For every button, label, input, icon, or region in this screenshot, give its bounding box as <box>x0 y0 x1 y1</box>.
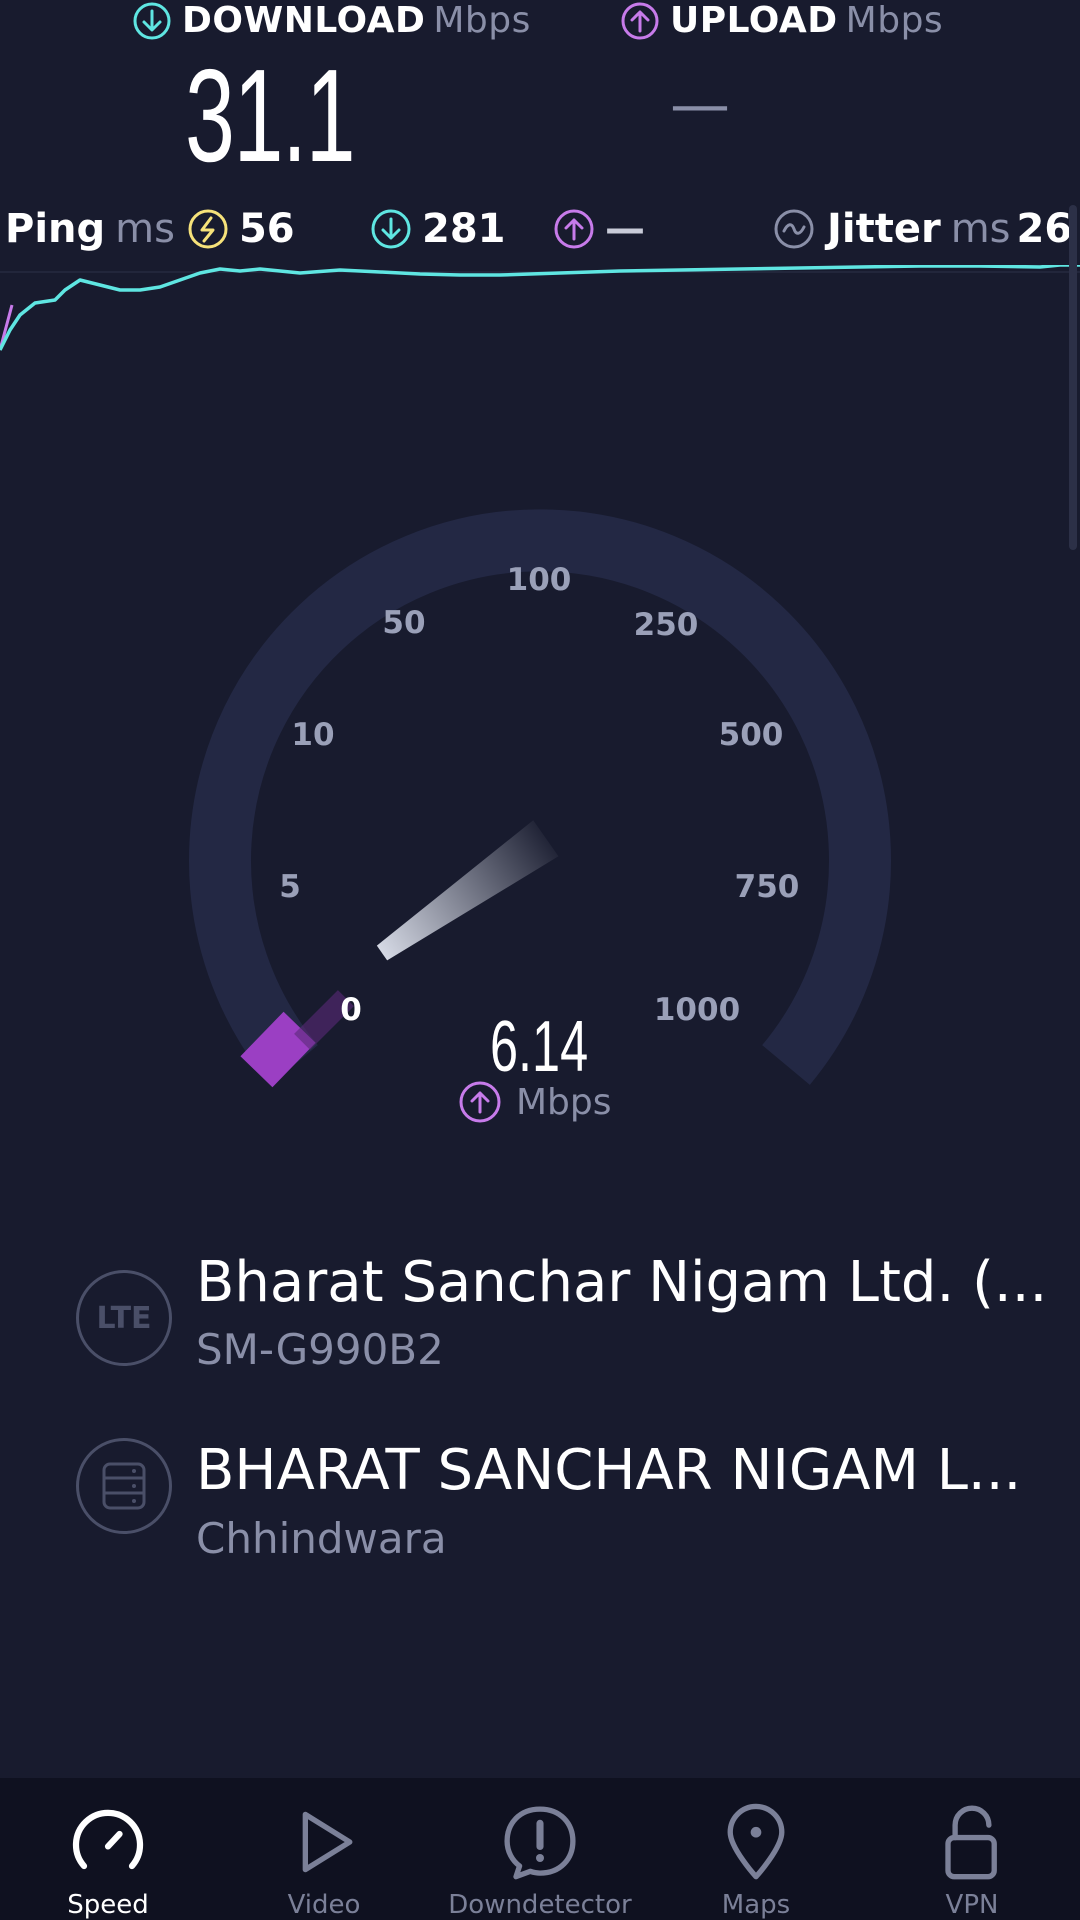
upload-unit: Mbps <box>845 0 944 41</box>
lock-icon <box>945 1805 997 1880</box>
device-model: SM-G990B2 <box>196 1325 444 1374</box>
download-unit: Mbps <box>433 0 531 41</box>
ping-download-value: 281 <box>422 206 506 252</box>
download-header: DOWNLOAD Mbps <box>132 0 531 41</box>
alert-icon <box>504 1806 576 1880</box>
nav-maps-label: Maps <box>721 1890 791 1920</box>
gauge-tick-250: 250 <box>633 607 699 643</box>
ping-idle-value: 56 <box>238 206 295 252</box>
gauge-tick-750: 750 <box>734 869 800 905</box>
nav-maps[interactable]: Maps <box>648 1778 864 1920</box>
server-name[interactable]: BHARAT SANCHAR NIGAM L... <box>196 1438 1021 1503</box>
upload-value: — <box>670 70 730 140</box>
gauge-tick-100: 100 <box>506 562 572 598</box>
nav-downdetector[interactable]: Downdetector <box>432 1778 648 1920</box>
server-icon-badge <box>76 1438 172 1534</box>
server-location: Chhindwara <box>196 1514 447 1563</box>
server-icon <box>102 1462 146 1510</box>
download-value: 31.1 <box>185 42 356 189</box>
nav-speed[interactable]: Speed <box>0 1778 216 1920</box>
speed-graph <box>0 265 1080 351</box>
current-speed-unit: Mbps <box>516 1081 612 1123</box>
play-icon <box>302 1811 353 1873</box>
map-pin-icon <box>727 1803 785 1880</box>
nav-video-label: Video <box>287 1890 361 1920</box>
ping-label: Ping <box>5 206 106 252</box>
upload-arrow-icon <box>621 2 659 39</box>
gauge-tick-0: 0 <box>340 992 362 1028</box>
ping-idle-icon <box>188 209 228 249</box>
gauge-needle <box>376 820 559 961</box>
download-label: DOWNLOAD <box>182 0 426 41</box>
download-arrow-icon <box>133 2 171 39</box>
upload-header: UPLOAD Mbps <box>620 0 943 41</box>
gauge-tick-1000: 1000 <box>653 992 741 1028</box>
speedometer-icon <box>72 1809 144 1870</box>
current-speed-unit-row: Mbps <box>458 1080 612 1124</box>
nav-downdetector-label: Downdetector <box>448 1890 632 1920</box>
jitter-label: Jitter <box>827 206 941 252</box>
bottom-nav: Speed Video Downdetector Maps VPN <box>0 1778 1080 1920</box>
ping-stat: Ping ms 56 <box>5 206 295 252</box>
gauge-tick-500: 500 <box>718 717 784 753</box>
ping-download-stat: 281 <box>370 206 506 252</box>
ping-upload-stat: — <box>553 206 645 252</box>
nav-speed-label: Speed <box>67 1890 149 1920</box>
provider-name[interactable]: Bharat Sanchar Nigam Ltd. (... <box>196 1250 1047 1315</box>
ping-unit: ms <box>115 206 175 252</box>
gauge-tick-5: 5 <box>279 869 301 905</box>
current-upload-icon <box>459 1081 501 1123</box>
ping-upload-value: — <box>605 206 645 252</box>
ping-upload-icon <box>554 209 594 249</box>
gauge-tick-50: 50 <box>382 605 426 641</box>
lte-badge: LTE <box>76 1270 172 1366</box>
jitter-value: 26 <box>1016 206 1073 252</box>
upload-label: UPLOAD <box>670 0 838 41</box>
nav-vpn-label: VPN <box>945 1890 999 1920</box>
lte-badge-text: LTE <box>96 1300 152 1336</box>
jitter-stat: Jitter ms 26 <box>773 206 1072 252</box>
nav-video[interactable]: Video <box>216 1778 432 1920</box>
nav-vpn[interactable]: VPN <box>864 1778 1080 1920</box>
jitter-unit: ms <box>950 206 1011 252</box>
current-speed-value: 6.14 <box>490 1007 589 1087</box>
jitter-icon <box>774 209 814 249</box>
ping-download-icon <box>371 209 411 249</box>
gauge-tick-10: 10 <box>291 717 335 753</box>
